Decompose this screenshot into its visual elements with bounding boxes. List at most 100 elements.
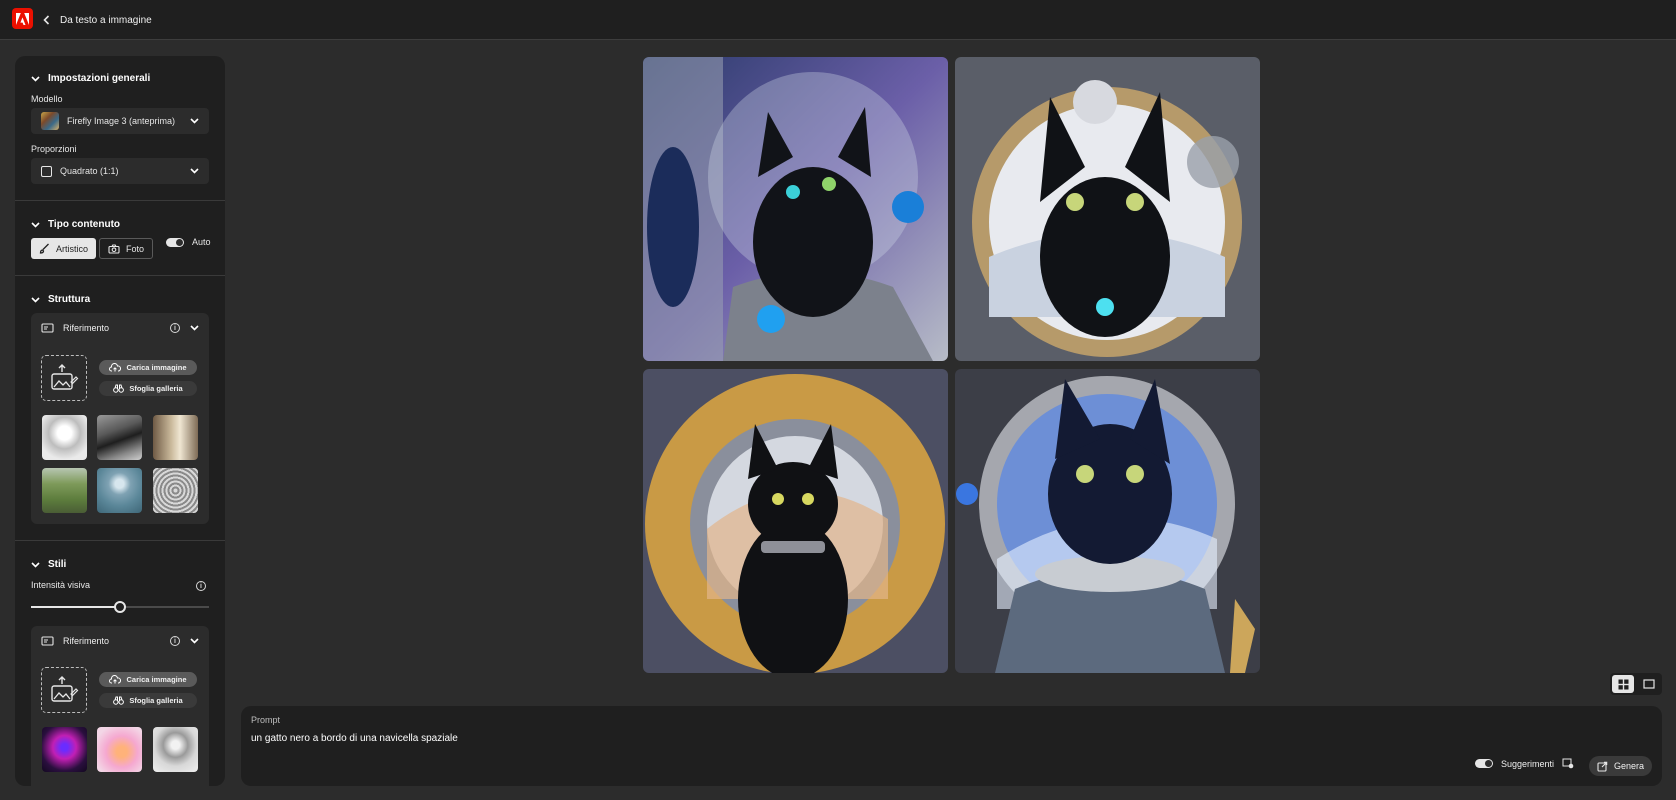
settings-sidebar[interactable]: Impostazioni generali Modello Firefly Im… xyxy=(15,56,225,786)
structure-thumb-interior-room[interactable] xyxy=(153,415,198,460)
divider xyxy=(15,200,225,201)
artistic-label: Artistico xyxy=(56,243,89,254)
style-browse-label: Sfoglia galleria xyxy=(129,696,183,705)
structure-browse-button[interactable]: Sfoglia galleria xyxy=(99,381,197,396)
reference-image-icon xyxy=(41,635,54,646)
reference-image-icon xyxy=(41,322,54,333)
camera-icon xyxy=(108,243,120,254)
adobe-logo-icon[interactable] xyxy=(12,8,33,29)
slider-handle[interactable] xyxy=(114,601,126,613)
structure-thumb-sphere-scene[interactable] xyxy=(97,468,142,513)
generated-image-cat-blue-spacesuit[interactable] xyxy=(955,369,1260,673)
artistic-button[interactable]: Artistico xyxy=(31,238,97,259)
style-reference-header[interactable]: Riferimento i xyxy=(31,626,209,656)
toggle-switch[interactable] xyxy=(166,237,184,247)
structure-upload-button[interactable]: Carica immagine xyxy=(99,360,197,375)
style-reference-label: Riferimento xyxy=(63,636,110,646)
structure-thumb-sketch-bird[interactable] xyxy=(42,415,87,460)
structure-thumb-green-road[interactable] xyxy=(42,468,87,513)
generate-icon xyxy=(1597,761,1608,772)
section-structure-header[interactable]: Struttura xyxy=(31,294,90,305)
single-view-icon xyxy=(1643,679,1655,689)
aspect-label: Proporzioni xyxy=(31,144,77,154)
structure-thumb-mountain-road[interactable] xyxy=(97,415,142,460)
style-browse-button[interactable]: Sfoglia galleria xyxy=(99,693,197,708)
generated-image-cat-golden-porthole[interactable] xyxy=(643,369,948,673)
photo-label: Foto xyxy=(126,243,145,254)
cloud-upload-icon xyxy=(109,363,122,372)
slider-fill xyxy=(31,606,120,608)
photo-button[interactable]: Foto xyxy=(99,238,154,259)
chevron-left-icon xyxy=(43,15,50,25)
brush-icon xyxy=(39,243,49,254)
style-upload-button[interactable]: Carica immagine xyxy=(99,672,197,687)
prompt-panel: Prompt un gatto nero a bordo di una navi… xyxy=(241,706,1662,786)
structure-reference-header[interactable]: Riferimento i xyxy=(31,313,209,343)
chevron-down-icon xyxy=(190,168,199,174)
generated-image-art xyxy=(643,369,948,673)
chevron-down-icon xyxy=(31,561,40,568)
divider xyxy=(15,275,225,276)
info-icon[interactable]: i xyxy=(170,636,180,646)
generate-label: Genera xyxy=(1613,761,1645,771)
binoculars-icon xyxy=(113,384,125,393)
style-drop-zone[interactable] xyxy=(41,667,87,713)
auto-label: Auto xyxy=(192,237,211,247)
back-link-label: Da testo a immagine xyxy=(60,14,152,26)
grid-icon xyxy=(1618,679,1628,689)
divider xyxy=(15,540,225,541)
back-link[interactable]: Da testo a immagine xyxy=(43,11,152,29)
model-dropdown[interactable]: Firefly Image 3 (anteprima) xyxy=(31,108,209,134)
structure-upload-label: Carica immagine xyxy=(126,363,187,372)
style-upload-label: Carica immagine xyxy=(126,675,187,684)
model-thumbnail xyxy=(41,112,59,130)
generated-image-cat-porthole-moon[interactable] xyxy=(955,57,1260,361)
structure-browse-label: Sfoglia galleria xyxy=(129,384,183,393)
style-thumb-marble-bust[interactable] xyxy=(153,727,198,772)
generated-image-art xyxy=(955,369,1260,673)
prompt-label: Prompt xyxy=(251,715,281,725)
structure-reference-label: Riferimento xyxy=(63,323,110,333)
section-styles-header[interactable]: Stili xyxy=(31,559,66,570)
section-general-header[interactable]: Impostazioni generali xyxy=(31,73,150,84)
chevron-down-icon[interactable] xyxy=(190,325,199,331)
section-structure-title: Struttura xyxy=(48,294,91,305)
generated-image-art xyxy=(955,57,1260,361)
auto-toggle[interactable]: Auto xyxy=(166,237,211,247)
binoculars-icon xyxy=(113,696,125,705)
image-upload-icon xyxy=(51,364,79,390)
aspect-dropdown[interactable]: Quadrato (1:1) xyxy=(31,158,209,184)
structure-reference-card: Riferimento i Carica immagine Sfoglia ga… xyxy=(31,313,209,524)
chevron-down-icon xyxy=(31,221,40,228)
top-bar: Da testo a immagine xyxy=(0,0,1676,40)
model-label: Modello xyxy=(31,94,63,104)
chevron-down-icon[interactable] xyxy=(190,638,199,644)
section-content-type-header[interactable]: Tipo contenuto xyxy=(31,219,120,230)
aspect-value: Quadrato (1:1) xyxy=(60,166,119,176)
toggle-switch[interactable] xyxy=(1474,759,1493,768)
generated-image-art xyxy=(643,57,948,361)
style-thumb-thumbs-up-3d[interactable] xyxy=(97,727,142,772)
cloud-upload-icon xyxy=(109,675,122,684)
style-reference-card: Riferimento i Carica immagine Sfoglia ga… xyxy=(31,626,209,786)
prompt-input[interactable]: un gatto nero a bordo di una navicella s… xyxy=(251,733,458,744)
suggestions-toggle[interactable]: Suggerimenti xyxy=(1474,758,1574,769)
generated-image-cat-astronaut-helmet[interactable] xyxy=(643,57,948,361)
chevron-down-icon xyxy=(190,118,199,124)
square-icon xyxy=(41,165,52,177)
single-view-button[interactable] xyxy=(1638,675,1660,693)
intensity-slider[interactable] xyxy=(31,601,209,613)
grid-view-button[interactable] xyxy=(1612,675,1634,693)
model-value: Firefly Image 3 (anteprima) xyxy=(67,116,176,126)
section-styles-title: Stili xyxy=(48,559,67,570)
chevron-down-icon xyxy=(31,296,40,303)
prompt-settings-icon[interactable] xyxy=(1562,758,1574,769)
structure-drop-zone[interactable] xyxy=(41,355,87,401)
structure-thumb-owl-sketch[interactable] xyxy=(153,468,198,513)
info-icon[interactable]: i xyxy=(170,323,180,333)
view-mode-toggle xyxy=(1610,673,1662,695)
section-content-type-title: Tipo contenuto xyxy=(48,219,121,230)
generate-button[interactable]: Genera xyxy=(1589,756,1652,776)
style-thumb-neon-figure[interactable] xyxy=(42,727,87,772)
info-icon[interactable]: i xyxy=(196,581,206,591)
